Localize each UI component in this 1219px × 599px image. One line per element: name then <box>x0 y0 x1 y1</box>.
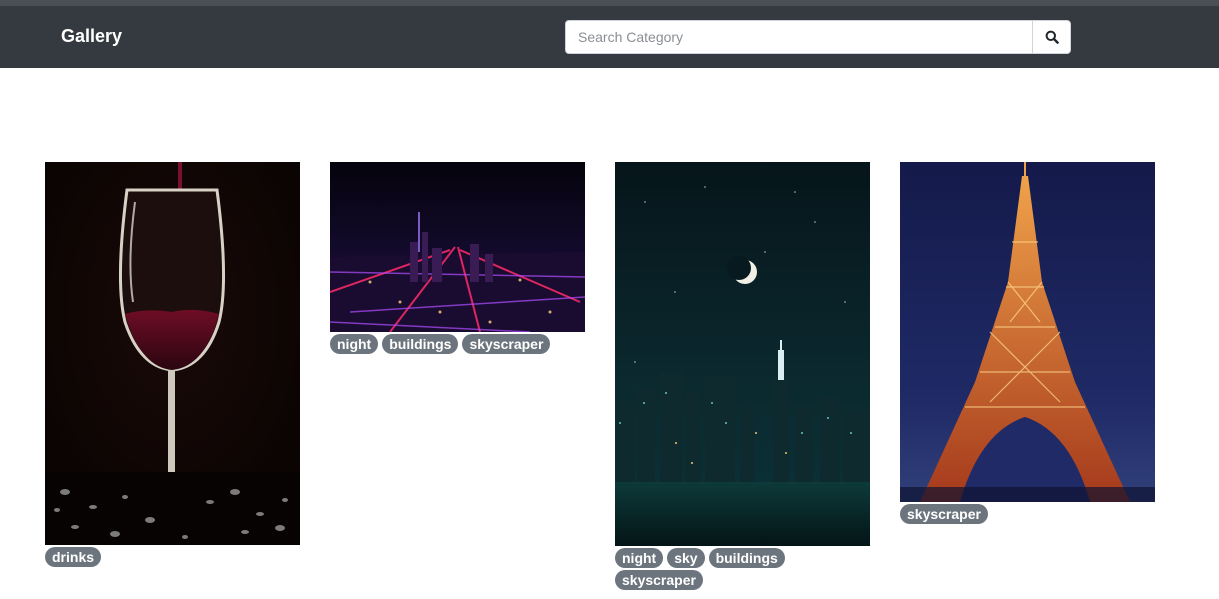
tag-badge[interactable]: drinks <box>45 547 102 567</box>
tag-badge[interactable]: skyscraper <box>462 334 551 354</box>
tag-list: night sky buildings skyscraper <box>615 548 870 590</box>
gallery-card: night sky buildings skyscraper <box>615 162 870 590</box>
tag-badge[interactable]: sky <box>667 548 705 568</box>
eiffel-tower-night-photo[interactable] <box>900 162 1155 502</box>
tag-badge[interactable]: night <box>615 548 664 568</box>
search-button[interactable] <box>1032 20 1071 54</box>
navbar: Gallery <box>0 6 1219 68</box>
brand-link[interactable]: Gallery <box>61 25 122 47</box>
tag-list: night buildings skyscraper <box>330 334 585 354</box>
search-input[interactable] <box>565 20 1032 54</box>
night-skyline-moon-photo[interactable] <box>615 162 870 546</box>
tag-list: skyscraper <box>900 504 1155 524</box>
tag-badge[interactable]: buildings <box>382 334 459 354</box>
tag-badge[interactable]: skyscraper <box>615 570 703 590</box>
tag-badge[interactable]: buildings <box>708 548 785 568</box>
gallery-card: drinks <box>45 162 300 567</box>
search-icon <box>1045 30 1059 44</box>
tag-badge[interactable]: skyscraper <box>900 504 988 524</box>
tag-list: drinks <box>45 547 300 567</box>
search-form <box>565 20 1071 54</box>
gallery-card: night buildings skyscraper <box>330 162 585 354</box>
wine-glass-pour-photo[interactable] <box>45 162 300 545</box>
tag-badge[interactable]: night <box>330 334 379 354</box>
city-night-aerial-photo[interactable] <box>330 162 585 332</box>
gallery-card: skyscraper <box>900 162 1155 524</box>
